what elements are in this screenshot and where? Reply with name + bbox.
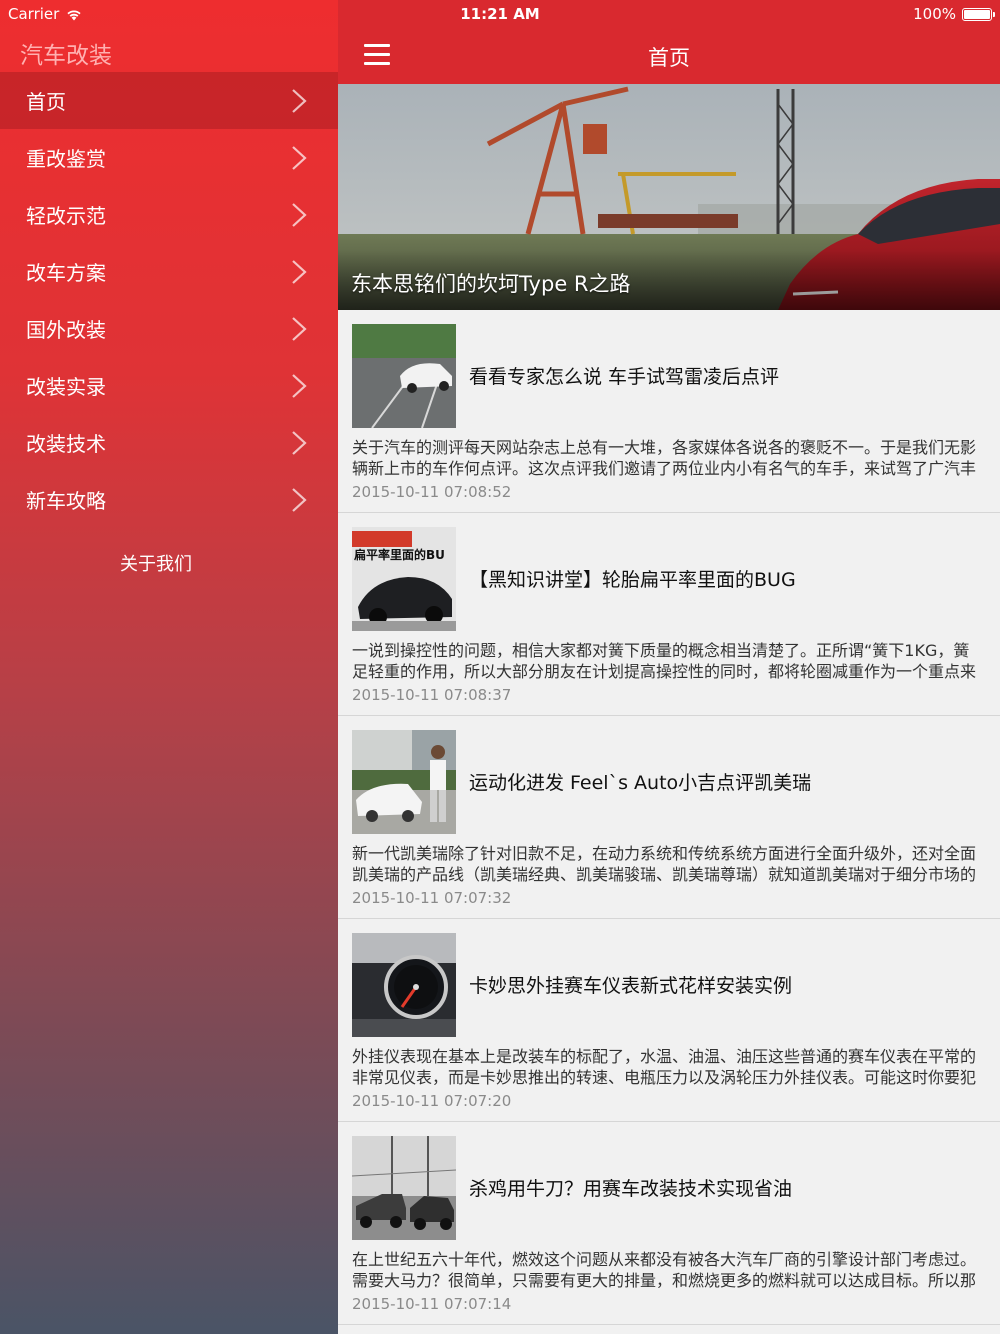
article-date: 2015-10-11 07:07:32 (352, 889, 512, 907)
main-panel: 首页 东本思铭们的坎坷Type R之路 看看专家怎么说 车手试驾雷凌后点评 关于… (338, 0, 1000, 1334)
sidebar-item-label: 新车攻略 (26, 489, 106, 513)
hero-banner[interactable]: 东本思铭们的坎坷Type R之路 (338, 84, 1000, 310)
article-summary: 在上世纪五六十年代，燃效这个问题从来都没有被各大汽车厂商的引擎设计部门考虑过。 … (352, 1250, 977, 1290)
sidebar: 汽车改装 首页 重改鉴赏 轻改示范 改车方案 国外改装 改装实录 改装技术 新车… (0, 0, 338, 1334)
sidebar-item-light-mods[interactable]: 轻改示范 (0, 186, 338, 243)
article-thumbnail (352, 933, 456, 1037)
sidebar-item-plans[interactable]: 改车方案 (0, 243, 338, 300)
chevron-right-icon (292, 203, 307, 227)
article-summary: 外挂仪表现在基本上是改装车的标配了，水温、油温、油压这些普通的赛车仪表在平常的 … (352, 1047, 977, 1087)
sidebar-item-label: 改装技术 (26, 432, 106, 456)
article-date: 2015-10-11 07:08:52 (352, 483, 512, 501)
sidebar-item-foreign[interactable]: 国外改装 (0, 300, 338, 357)
chevron-right-icon (292, 260, 307, 284)
article-title: 【黑知识讲堂】轮胎扁平率里面的BUG (469, 569, 796, 591)
chevron-right-icon (292, 374, 307, 398)
article-item[interactable]: 运动化进发 Feel`s Auto小吉点评凯美瑞 新一代凯美瑞除了针对旧款不足，… (338, 716, 1000, 919)
article-thumbnail (352, 324, 456, 428)
sidebar-item-label: 国外改装 (26, 318, 106, 342)
sidebar-item-label: 首页 (26, 90, 66, 114)
battery-percent: 100% (913, 5, 956, 23)
sidebar-item-label: 重改鉴赏 (26, 147, 106, 171)
article-title: 杀鸡用牛刀？用赛车改装技术实现省油 (469, 1178, 793, 1200)
sidebar-menu: 首页 重改鉴赏 轻改示范 改车方案 国外改装 改装实录 改装技术 新车攻略 (0, 72, 338, 528)
article-thumbnail (352, 730, 456, 834)
sidebar-item-tech[interactable]: 改装技术 (0, 414, 338, 471)
status-bar: Carrier 11:21 AM 100% (0, 0, 1000, 28)
sidebar-item-records[interactable]: 改装实录 (0, 357, 338, 414)
chevron-right-icon (292, 146, 307, 170)
sidebar-item-heavy-mods[interactable]: 重改鉴赏 (0, 129, 338, 186)
sidebar-item-label: 改车方案 (26, 261, 106, 285)
article-thumbnail (352, 1136, 456, 1240)
sidebar-item-new-cars[interactable]: 新车攻略 (0, 471, 338, 528)
sidebar-item-label: 改装实录 (26, 375, 106, 399)
article-item[interactable]: 看看专家怎么说 车手试驾雷凌后点评 关于汽车的测评每天网站杂志上总有一大堆，各家… (338, 310, 1000, 513)
article-title: 卡妙思外挂赛车仪表新式花样安装实例 (469, 975, 793, 997)
about-us-link[interactable]: 关于我们 (0, 550, 312, 576)
chevron-right-icon (292, 431, 307, 455)
chevron-right-icon (292, 317, 307, 341)
article-summary: 新一代凯美瑞除了针对旧款不足，在动力系统和传统系统方面进行全面升级外，还对全面 … (352, 844, 977, 884)
chevron-right-icon (292, 488, 307, 512)
article-summary: 关于汽车的测评每天网站杂志上总有一大堆，各家媒体各说各的褒贬不一。于是我们无影 … (352, 438, 977, 478)
clock: 11:21 AM (460, 5, 540, 23)
article-item[interactable]: 扁平率里面的BU 【黑知识讲堂】轮胎扁平率里面的BUG 一说到操控性的问题，相信… (338, 513, 1000, 716)
article-summary: 一说到操控性的问题，相信大家都对簧下质量的概念相当清楚了。正所谓“簧下1KG，簧… (352, 641, 977, 681)
article-item[interactable]: 杀鸡用牛刀？用赛车改装技术实现省油 在上世纪五六十年代，燃效这个问题从来都没有被… (338, 1122, 1000, 1325)
article-title: 看看专家怎么说 车手试驾雷凌后点评 (469, 366, 780, 388)
battery-icon (962, 7, 995, 21)
chevron-right-icon (292, 89, 307, 113)
article-date: 2015-10-11 07:07:20 (352, 1092, 512, 1110)
sidebar-item-label: 轻改示范 (26, 204, 106, 228)
article-date: 2015-10-11 07:08:37 (352, 686, 512, 704)
page-title: 首页 (648, 46, 690, 70)
article-title: 运动化进发 Feel`s Auto小吉点评凯美瑞 (469, 772, 812, 794)
article-thumbnail: 扁平率里面的BU (352, 527, 456, 631)
article-list: 看看专家怎么说 车手试驾雷凌后点评 关于汽车的测评每天网站杂志上总有一大堆，各家… (338, 310, 1000, 1325)
article-date: 2015-10-11 07:07:14 (352, 1295, 512, 1313)
hero-caption: 东本思铭们的坎坷Type R之路 (351, 272, 631, 296)
thumbnail-overlay-text: 扁平率里面的BU (354, 547, 445, 562)
sidebar-item-home[interactable]: 首页 (0, 72, 338, 129)
article-item[interactable]: 卡妙思外挂赛车仪表新式花样安装实例 外挂仪表现在基本上是改装车的标配了，水温、油… (338, 919, 1000, 1122)
sidebar-title: 汽车改装 (20, 43, 112, 69)
